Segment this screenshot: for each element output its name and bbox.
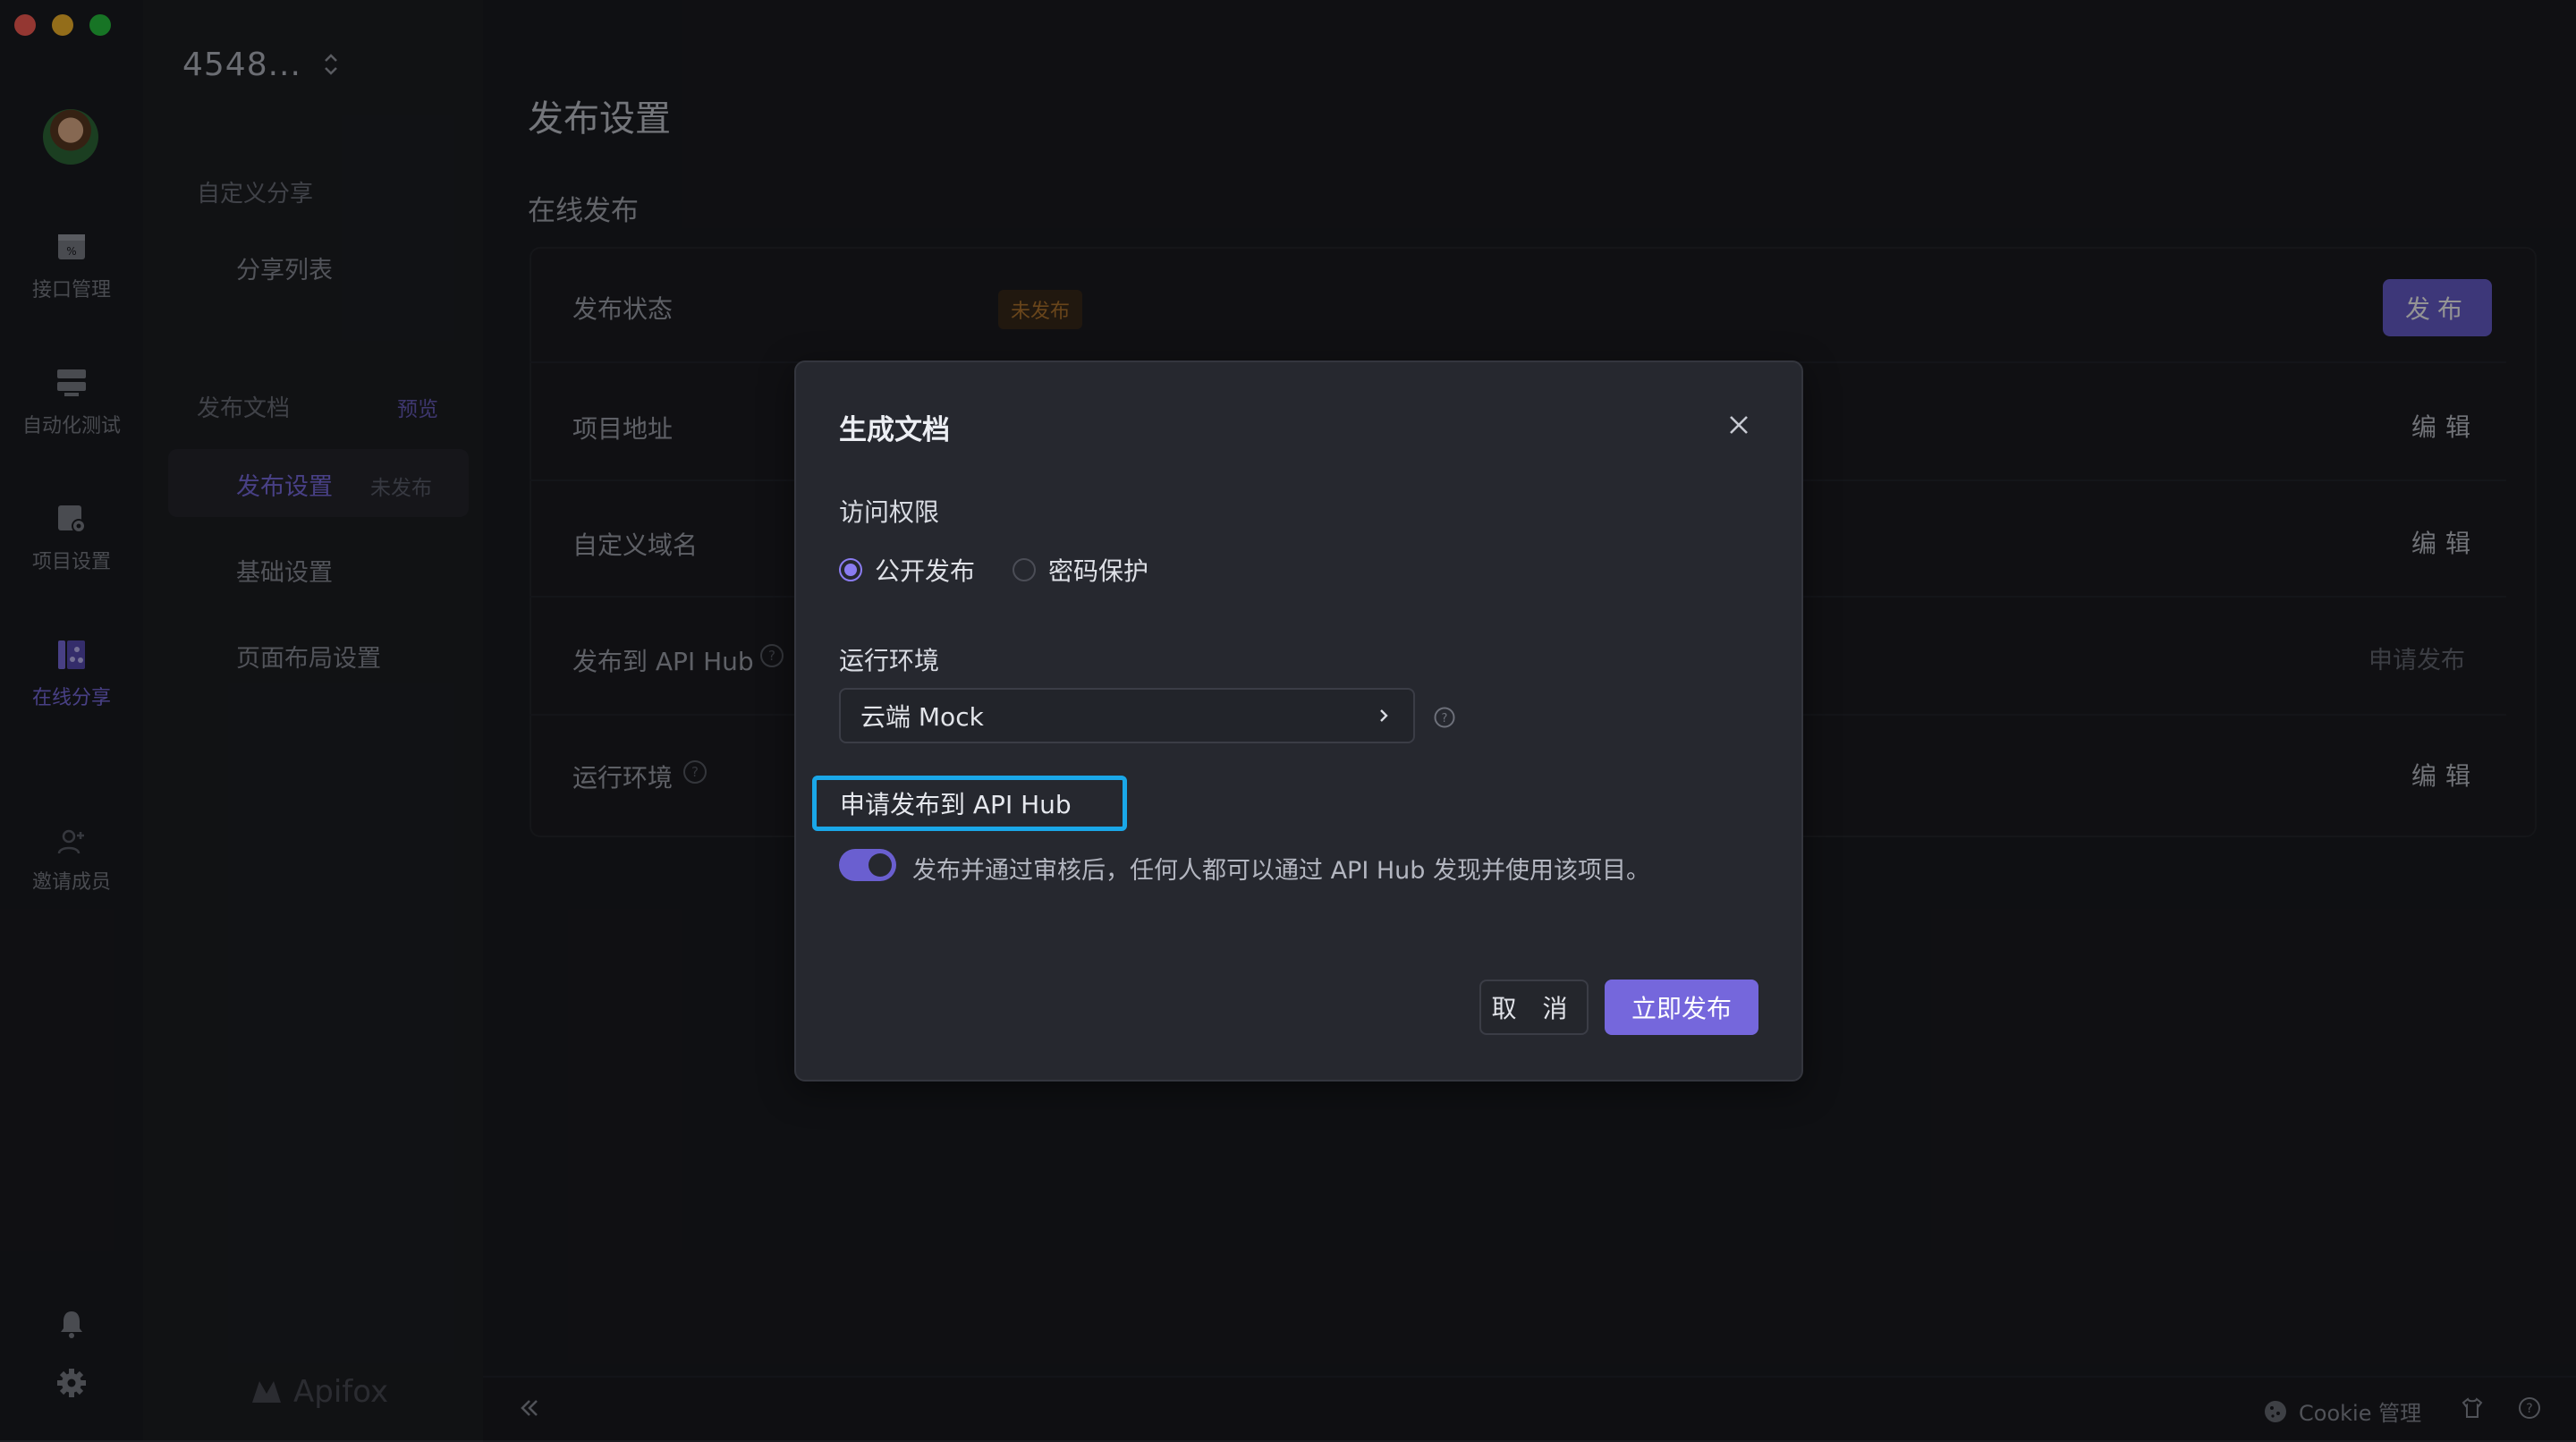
generate-docs-dialog: 生成文档 访问权限 公开发布 密码保护 运行环境 云端 Mock ? 申请发布到…: [794, 360, 1803, 1082]
chevron-right-icon: [1380, 709, 1388, 722]
runtime-env-label: 运行环境: [839, 646, 940, 675]
radio-checked-icon: [839, 558, 862, 581]
dialog-title: 生成文档: [839, 414, 950, 446]
access-permission-label: 访问权限: [839, 497, 940, 527]
select-value: 云端 Mock: [860, 702, 984, 732]
radio-password[interactable]: 密码保护: [1013, 552, 1148, 588]
api-hub-description: 发布并通过审核后，任何人都可以通过 API Hub 发现并使用该项目。: [912, 857, 1651, 885]
radio-public[interactable]: 公开发布: [839, 552, 975, 588]
radio-unchecked-icon: [1013, 558, 1036, 581]
close-icon[interactable]: [1723, 409, 1755, 441]
svg-text:?: ?: [1442, 712, 1448, 725]
app-window: % 接口管理 自动化测试 项目设置 在线分享 邀请成员 4548... 自定义分…: [0, 0, 2576, 1442]
api-hub-heading: 申请发布到 API Hub: [812, 776, 1127, 831]
api-hub-toggle[interactable]: [839, 849, 896, 881]
radio-label: 密码保护: [1048, 556, 1149, 586]
cancel-button[interactable]: 取 消: [1479, 980, 1589, 1035]
help-icon[interactable]: ?: [1433, 706, 1456, 729]
publish-now-button[interactable]: 立即发布: [1605, 980, 1758, 1035]
runtime-env-select[interactable]: 云端 Mock: [839, 688, 1415, 743]
radio-label: 公开发布: [875, 556, 976, 586]
